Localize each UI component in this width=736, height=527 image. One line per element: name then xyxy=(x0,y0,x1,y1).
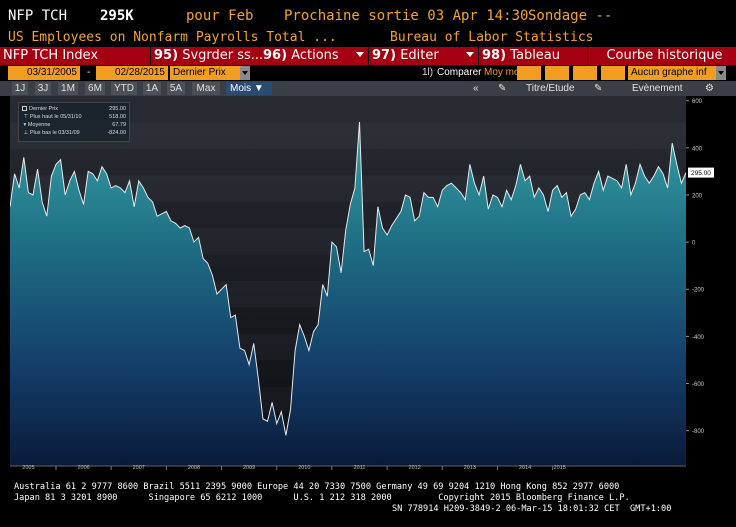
y-tick-label: -600 xyxy=(692,382,705,388)
end-date-field[interactable]: 02/28/2015 xyxy=(96,66,168,80)
y-tick-label: 200 xyxy=(692,193,703,199)
period-label: pour Feb xyxy=(186,8,254,24)
function-menu-bar: NFP TCH Index 95) Svgrder ss... 96) Acti… xyxy=(0,47,736,65)
footer-serial: SN 778914 H209-3849-2 06-Mar-15 18:01:32… xyxy=(392,504,672,514)
last-value: 295K xyxy=(100,8,134,24)
history-title: Courbe historique xyxy=(606,48,723,63)
footer-contacts-2: Japan 81 3 3201 8900 Singapore 65 6212 1… xyxy=(14,493,630,503)
legend-avg-value: 67.79 xyxy=(112,122,126,128)
last-price-swatch xyxy=(22,106,27,112)
x-tick-label: 2014 xyxy=(519,465,531,470)
chevron-down-icon xyxy=(356,52,364,57)
chevron-down-icon xyxy=(466,52,474,57)
plot-band xyxy=(10,148,686,176)
range-button-max[interactable]: Max xyxy=(192,82,220,95)
x-tick-label: 2008 xyxy=(188,465,200,470)
date-separator: - xyxy=(87,67,91,78)
data-source: Bureau of Labor Statistics xyxy=(390,30,594,45)
chart-legend: Dernier Prix 295.00 ⊤ Plus haut le 05/31/… xyxy=(18,102,130,142)
range-button-1y[interactable]: 1A xyxy=(143,82,161,95)
range-button-5y[interactable]: 5A xyxy=(167,82,185,95)
graph-select[interactable]: Aucun graphe inf xyxy=(628,66,716,80)
legend-last-label: Dernier Prix xyxy=(29,106,59,112)
x-tick-label: 2010 xyxy=(298,465,310,470)
x-tick-label: 2006 xyxy=(77,465,89,470)
start-date-field[interactable]: 03/31/2005 xyxy=(8,66,80,80)
price-field-select[interactable]: Dernier Prix xyxy=(170,66,240,80)
range-button-6m[interactable]: 6M xyxy=(85,82,105,95)
x-tick-label: 2013 xyxy=(464,465,476,470)
price-field-dropdown-icon[interactable] xyxy=(240,66,250,80)
event-button[interactable]: Evènement xyxy=(632,82,683,95)
last-value-label: 295.00 xyxy=(691,170,711,177)
compare-field-1[interactable] xyxy=(517,66,541,80)
legend-avg-label: Moyenne xyxy=(27,122,51,128)
payrolls-chart: 600 400 200 0 -200 -400 -600 -800 295.00 2005 200… xyxy=(10,96,714,470)
legend-high-value: 518.00 xyxy=(109,114,126,120)
compare-field-4[interactable] xyxy=(601,66,625,80)
range-button-1m[interactable]: 1M xyxy=(58,82,78,95)
compare-label[interactable]: Comparer xyxy=(437,67,481,78)
save-menu[interactable]: 95) Svgrder ss... xyxy=(151,47,263,65)
range-button-ytd[interactable]: YTD xyxy=(111,82,137,95)
bloomberg-footer: Australia 61 2 9777 8600 Brazil 5511 239… xyxy=(0,482,736,527)
index-name: NFP TCH Index xyxy=(3,48,99,63)
y-tick-label: -200 xyxy=(692,288,705,294)
period-toolbar: 1J 3J 1M 6M YTD 1A 5A Max Mois ▼ « ✎ Tit… xyxy=(0,81,736,96)
actions-menu[interactable]: 96) Actions xyxy=(260,47,368,65)
range-button-1d[interactable]: 1J xyxy=(12,82,28,95)
x-tick-label: 2011 xyxy=(354,465,366,470)
x-tick-label: 2007 xyxy=(133,465,145,470)
ticker-label: NFP TCH xyxy=(8,8,68,24)
range-button-3d[interactable]: 3J xyxy=(35,82,51,95)
compare-field-3[interactable] xyxy=(573,66,597,80)
graph-dropdown-icon[interactable] xyxy=(716,66,726,80)
legend-high-label: Plus haut le 05/31/10 xyxy=(29,114,82,120)
survey-label: Sondage -- xyxy=(528,8,613,24)
collapse-icon[interactable]: « xyxy=(473,82,479,95)
compare-number: 1l) xyxy=(422,67,434,78)
table-menu[interactable]: 98) Tableau xyxy=(479,47,587,65)
y-tick-label: -800 xyxy=(692,429,705,435)
gear-icon[interactable]: ⚙ xyxy=(705,82,714,95)
compare-field-2[interactable] xyxy=(545,66,569,80)
y-tick-label: 0 xyxy=(692,241,696,247)
y-tick-label: -400 xyxy=(692,335,705,341)
x-tick-label: 2009 xyxy=(243,465,255,470)
pencil-icon[interactable]: ✎ xyxy=(594,82,602,95)
security-description: US Employees on Nonfarm Payrolls Total .… xyxy=(8,30,337,45)
y-tick-label: 600 xyxy=(692,99,703,105)
legend-low-label: Plus bas le 03/31/09 xyxy=(29,130,80,136)
y-tick-label: 400 xyxy=(692,146,703,152)
date-range-controls: 03/31/2005 - 02/28/2015 Dernier Prix 1l)… xyxy=(0,65,736,81)
legend-low-value: -824.00 xyxy=(107,130,126,136)
title-study-button[interactable]: Titre/Etude xyxy=(526,82,575,95)
x-tick-label: 2012 xyxy=(409,465,421,470)
frequency-select[interactable]: Mois ▼ xyxy=(226,82,272,95)
next-release: Prochaine sortie 03 Apr 14:30 xyxy=(284,8,529,24)
x-tick-label: 2005 xyxy=(22,465,34,470)
footer-contacts-1: Australia 61 2 9777 8600 Brazil 5511 239… xyxy=(14,482,620,492)
pencil-icon[interactable]: ✎ xyxy=(498,82,506,95)
x-tick-label: 2015 xyxy=(554,465,566,470)
security-header: NFP TCH 295K pour Feb Prochaine sortie 0… xyxy=(0,0,736,28)
edit-menu[interactable]: 97) Editer xyxy=(369,47,478,65)
legend-last-value: 295.00 xyxy=(109,106,126,112)
